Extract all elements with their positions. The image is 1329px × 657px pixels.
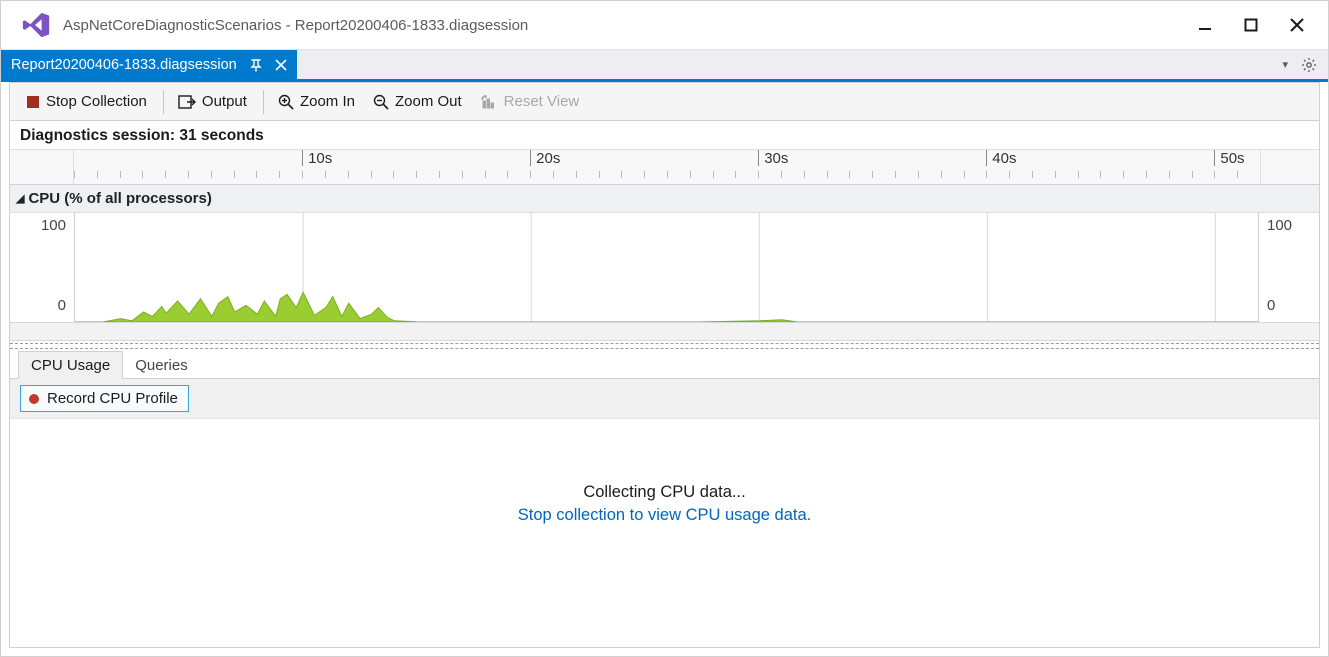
zoom-out-icon (373, 94, 389, 110)
toolbar-separator (163, 90, 164, 114)
close-button[interactable] (1274, 2, 1320, 48)
zoom-in-icon (278, 94, 294, 110)
reset-view-label: Reset View (504, 93, 580, 110)
zoom-in-label: Zoom In (300, 93, 355, 110)
zoom-out-button[interactable]: Zoom Out (365, 90, 470, 113)
document-tab-strip: Report20200406-1833.diagsession ▾ (1, 49, 1328, 79)
stop-collection-button[interactable]: Stop Collection (18, 90, 155, 113)
zoom-out-label: Zoom Out (395, 93, 462, 110)
gear-icon[interactable] (1298, 57, 1320, 73)
session-duration-label: Diagnostics session: 31 seconds (10, 121, 1319, 149)
stop-icon (26, 95, 40, 109)
tab-report-diagsession[interactable]: Report20200406-1833.diagsession (1, 50, 297, 80)
ruler-gutter-left (10, 150, 74, 184)
cpu-y-axis-left: 100 0 (10, 213, 74, 322)
title-bar: AspNetCoreDiagnosticScenarios - Report20… (1, 1, 1328, 49)
y-min-left: 0 (58, 297, 66, 314)
visual-studio-logo-icon (19, 8, 53, 42)
maximize-button[interactable] (1228, 2, 1274, 48)
record-cpu-profile-label: Record CPU Profile (47, 390, 178, 407)
record-icon (29, 394, 39, 404)
reset-view-icon (480, 94, 498, 110)
timeline-ruler[interactable]: 10s 20s 30s 40s 50s (10, 149, 1319, 185)
y-max-left: 100 (41, 217, 66, 234)
cpu-lane-header[interactable]: ◢ CPU (% of all processors) (10, 185, 1319, 213)
collapse-caret-icon[interactable]: ◢ (16, 192, 24, 205)
window-title: AspNetCoreDiagnosticScenarios - Report20… (63, 17, 528, 34)
collecting-status-text: Collecting CPU data... (583, 483, 745, 502)
cpu-lane-body: 100 0 100 0 (10, 213, 1319, 323)
y-max-right: 100 (1267, 217, 1292, 234)
tab-overflow-dropdown-icon[interactable]: ▾ (1282, 58, 1288, 71)
ruler-tick-label: 30s (764, 150, 788, 167)
bottom-tab-strip: CPU Usage Queries (10, 349, 1319, 379)
ruler-track[interactable]: 10s 20s 30s 40s 50s (74, 150, 1260, 184)
zoom-in-button[interactable]: Zoom In (270, 90, 363, 113)
cpu-usage-panel: Collecting CPU data... Stop collection t… (10, 419, 1319, 647)
cpu-y-axis-right: 100 0 (1259, 213, 1319, 322)
tab-label: Report20200406-1833.diagsession (11, 57, 237, 73)
toolbar-separator (263, 90, 264, 114)
tab-queries-label: Queries (135, 357, 188, 374)
y-min-right: 0 (1267, 297, 1275, 314)
stop-collection-hint-link[interactable]: Stop collection to view CPU usage data. (518, 506, 812, 525)
minimize-button[interactable] (1182, 2, 1228, 48)
ruler-tick-label: 40s (992, 150, 1016, 167)
close-tab-icon[interactable] (275, 59, 287, 71)
tab-cpu-usage-label: CPU Usage (31, 357, 110, 374)
cpu-plot-area[interactable] (74, 213, 1259, 322)
record-cpu-profile-button[interactable]: Record CPU Profile (20, 385, 189, 412)
tab-queries[interactable]: Queries (123, 352, 200, 378)
ruler-tick-label: 10s (308, 150, 332, 167)
ruler-gutter-right (1260, 150, 1320, 184)
reset-view-button: Reset View (472, 90, 588, 113)
output-icon (178, 94, 196, 110)
output-label: Output (202, 93, 247, 110)
tab-cpu-usage[interactable]: CPU Usage (18, 351, 123, 379)
output-button[interactable]: Output (170, 90, 255, 113)
diagnostics-toolbar: Stop Collection Output Zoom In Zo (10, 83, 1319, 121)
pin-icon[interactable] (249, 58, 263, 72)
cpu-lane-title: CPU (% of all processors) (28, 190, 211, 207)
ruler-tick-label: 20s (536, 150, 560, 167)
stop-collection-label: Stop Collection (46, 93, 147, 110)
ruler-tick-label: 50s (1220, 150, 1244, 167)
record-toolbar: Record CPU Profile (10, 379, 1319, 419)
diagnostics-document: Stop Collection Output Zoom In Zo (9, 82, 1320, 648)
lane-gap (10, 323, 1319, 341)
